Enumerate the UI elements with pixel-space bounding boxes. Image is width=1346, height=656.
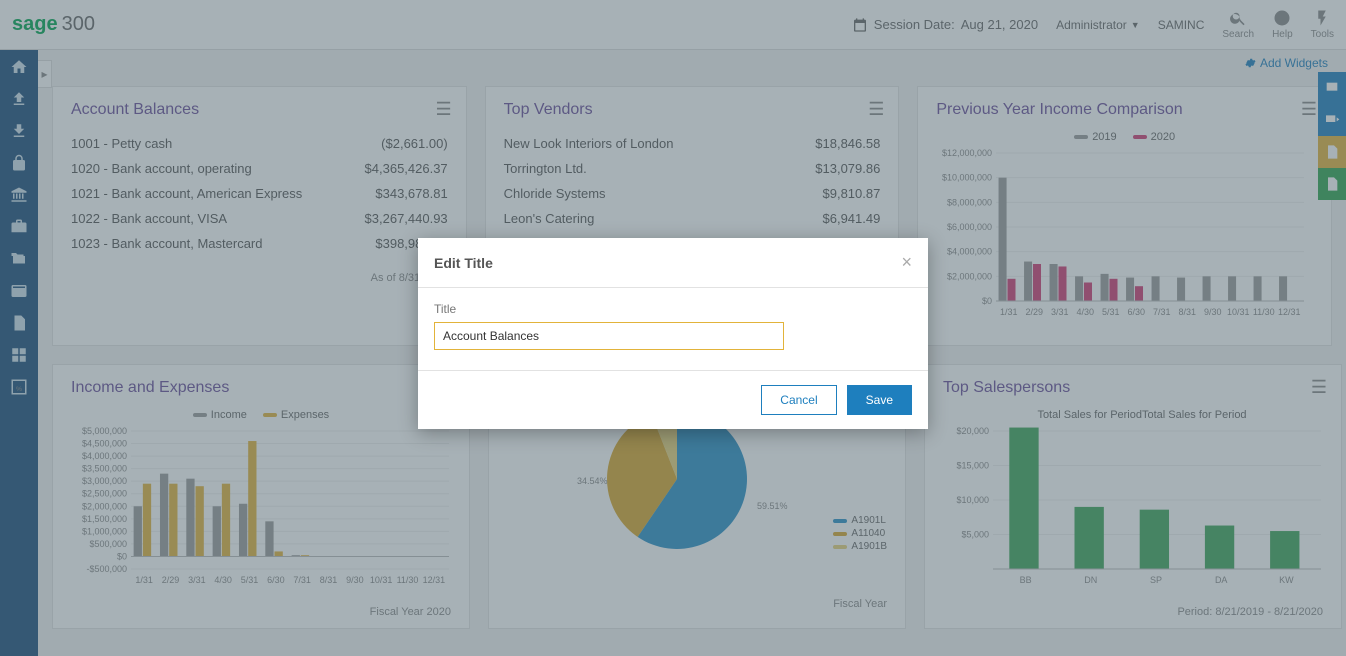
title-field-label: Title: [434, 302, 912, 316]
save-button[interactable]: Save: [847, 385, 912, 415]
edit-title-dialog: Edit Title × Title Cancel Save: [418, 238, 928, 429]
close-icon: ×: [901, 252, 912, 272]
cancel-button[interactable]: Cancel: [761, 385, 836, 415]
dialog-title: Edit Title: [434, 255, 493, 271]
title-input[interactable]: [434, 322, 784, 350]
close-button[interactable]: ×: [901, 252, 912, 273]
